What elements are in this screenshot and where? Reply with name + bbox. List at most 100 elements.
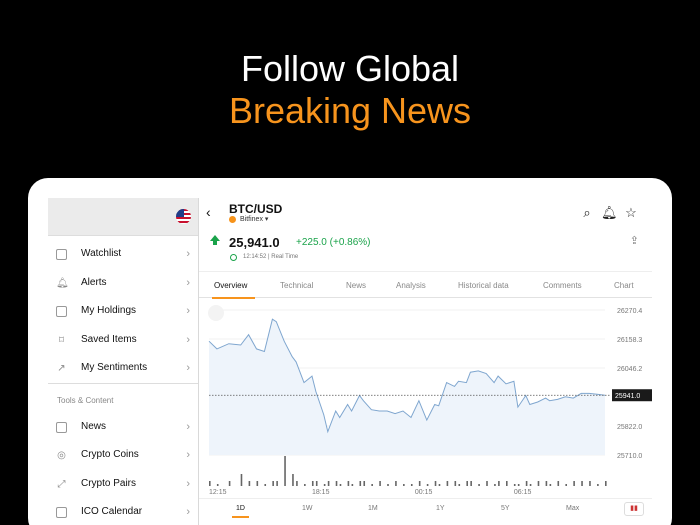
tab-chart[interactable]: Chart — [614, 281, 634, 290]
sidebar-item-alerts[interactable]: 🔔︎ Alerts › — [48, 269, 198, 298]
volume-bar — [438, 484, 441, 486]
y-tick-label: 26270.4 — [617, 308, 642, 315]
search-icon[interactable]: ⌕ — [579, 205, 595, 221]
sidebar-item-label: Watchlist — [81, 248, 122, 259]
sentiment-icon: ↗ — [57, 363, 66, 374]
volume-bar — [403, 484, 405, 486]
exchange-label: Bitfinex — [240, 216, 263, 223]
volume-bar — [347, 481, 350, 486]
range-1w[interactable]: 1W — [302, 505, 313, 512]
chevron-right-icon: › — [186, 362, 190, 374]
chevron-right-icon: › — [186, 276, 190, 289]
volume-bar — [240, 474, 243, 486]
tab-technical[interactable]: Technical — [280, 281, 313, 290]
instrument-symbol: BTC/USD — [229, 202, 283, 216]
expand-icon — [208, 305, 224, 321]
holdings-icon — [56, 306, 67, 317]
range-selector: 1D 1W 1M 1Y 5Y Max ▮▮ — [199, 498, 652, 518]
sidebar-item-label: My Holdings — [81, 305, 137, 316]
y-tick-label: 26046.2 — [617, 366, 642, 373]
y-tick-label: 26158.3 — [617, 337, 642, 344]
sidebar-item-label: Crypto Coins — [81, 449, 139, 460]
chevron-right-icon: › — [186, 248, 190, 260]
sidebar-item-label: Alerts — [81, 276, 107, 288]
last-price-label: 25941.0 — [615, 393, 640, 400]
back-icon[interactable]: ‹ — [206, 204, 211, 220]
sidebar: Watchlist › 🔔︎ Alerts › My Holdings › ⌑ … — [48, 198, 199, 525]
headline-line1: Follow Global — [240, 48, 460, 89]
quote-time: 12:14:52 | Real Time — [243, 254, 299, 260]
price-chart[interactable]: 26270.4 26158.3 26046.2 25822.0 25710.0 25941… — [199, 298, 652, 498]
chevron-right-icon: › — [186, 477, 190, 490]
us-flag-icon[interactable] — [176, 209, 191, 224]
volume-bar — [256, 481, 259, 486]
x-tick-label: 12:15 — [209, 489, 227, 496]
sidebar-item-ico-calendar[interactable]: ICO Calendar › — [48, 498, 198, 525]
sidebar-item-watchlist[interactable]: Watchlist › — [48, 240, 198, 269]
candlestick-icon[interactable]: ▮▮ — [624, 502, 644, 516]
volume-bar — [605, 481, 607, 486]
volume-bar — [323, 484, 326, 486]
tab-comments[interactable]: Comments — [543, 281, 582, 290]
sidebar-item-holdings[interactable]: My Holdings › — [48, 297, 198, 326]
sidebar-item-crypto-pairs[interactable]: ⤢ Crypto Pairs › — [48, 470, 198, 499]
volume-bar — [573, 481, 575, 486]
volume-bar — [395, 481, 397, 486]
sidebar-item-crypto-coins[interactable]: ◎ Crypto Coins › — [48, 441, 198, 470]
add-alert-icon[interactable]: 🔔︎ — [601, 205, 618, 221]
star-icon[interactable]: ☆ — [623, 205, 639, 221]
volume-bar — [589, 481, 591, 486]
app-screen: Watchlist › 🔔︎ Alerts › My Holdings › ⌑ … — [48, 198, 652, 525]
sidebar-item-sentiments[interactable]: ↗ My Sentiments › — [48, 354, 198, 383]
volume-bar — [597, 484, 599, 486]
sidebar-item-saved[interactable]: ⌑ Saved Items › — [48, 326, 198, 355]
share-icon[interactable]: ⇪ — [630, 234, 639, 247]
volume-bar — [498, 481, 500, 486]
volume-bar — [272, 481, 274, 486]
volume-bar — [284, 456, 286, 486]
bitfinex-icon — [229, 216, 236, 223]
active-range-indicator — [232, 516, 249, 518]
tab-news[interactable]: News — [346, 281, 366, 290]
tab-historical-data[interactable]: Historical data — [458, 281, 509, 290]
chevron-right-icon: › — [186, 420, 190, 433]
instrument-panel: ‹ BTC/USD Bitfinex ▾ ⌕ 🔔︎ ☆ 25,941.0 +22… — [199, 198, 652, 525]
range-1y[interactable]: 1Y — [436, 505, 445, 512]
volume-bar — [359, 481, 362, 486]
up-arrow-icon — [210, 235, 220, 245]
news-icon — [56, 421, 67, 433]
volume-bar — [466, 481, 468, 486]
x-tick-label: 06:15 — [514, 489, 532, 496]
volume-bar — [478, 484, 480, 486]
volume-bar — [363, 481, 366, 486]
y-tick-label: 25710.0 — [617, 453, 642, 460]
volume-bar — [292, 474, 294, 486]
range-5y[interactable]: 5Y — [501, 505, 510, 512]
tab-overview[interactable]: Overview — [214, 281, 247, 290]
volume-bar — [327, 481, 330, 486]
range-1d[interactable]: 1D — [236, 505, 245, 512]
range-1m[interactable]: 1M — [368, 505, 378, 512]
volume-bar — [216, 484, 219, 486]
volume-bar — [506, 481, 508, 486]
exchange-select[interactable]: Bitfinex ▾ — [240, 215, 268, 223]
x-tick-label: 18:15 — [312, 489, 330, 496]
chevron-right-icon: › — [186, 305, 190, 317]
volume-bar — [426, 484, 429, 486]
bookmark-icon: ⌑ — [58, 334, 65, 346]
price-change: +225.0 (+0.86%) — [296, 237, 371, 248]
sidebar-item-label: Crypto Pairs — [81, 477, 137, 489]
volume-bar — [545, 481, 548, 486]
sidebar-item-news[interactable]: News › — [48, 413, 198, 442]
volume-bar — [296, 481, 298, 486]
tab-analysis[interactable]: Analysis — [396, 281, 426, 290]
volume-bar — [486, 481, 488, 486]
volume-bar — [335, 481, 338, 486]
chevron-right-icon: › — [186, 449, 190, 461]
chevron-right-icon: › — [186, 333, 190, 346]
volume-bar — [454, 481, 457, 486]
range-max[interactable]: Max — [566, 505, 579, 512]
volume-bar — [446, 481, 449, 486]
volume-bar — [513, 484, 516, 486]
pairs-icon: ⤢ — [57, 478, 66, 490]
